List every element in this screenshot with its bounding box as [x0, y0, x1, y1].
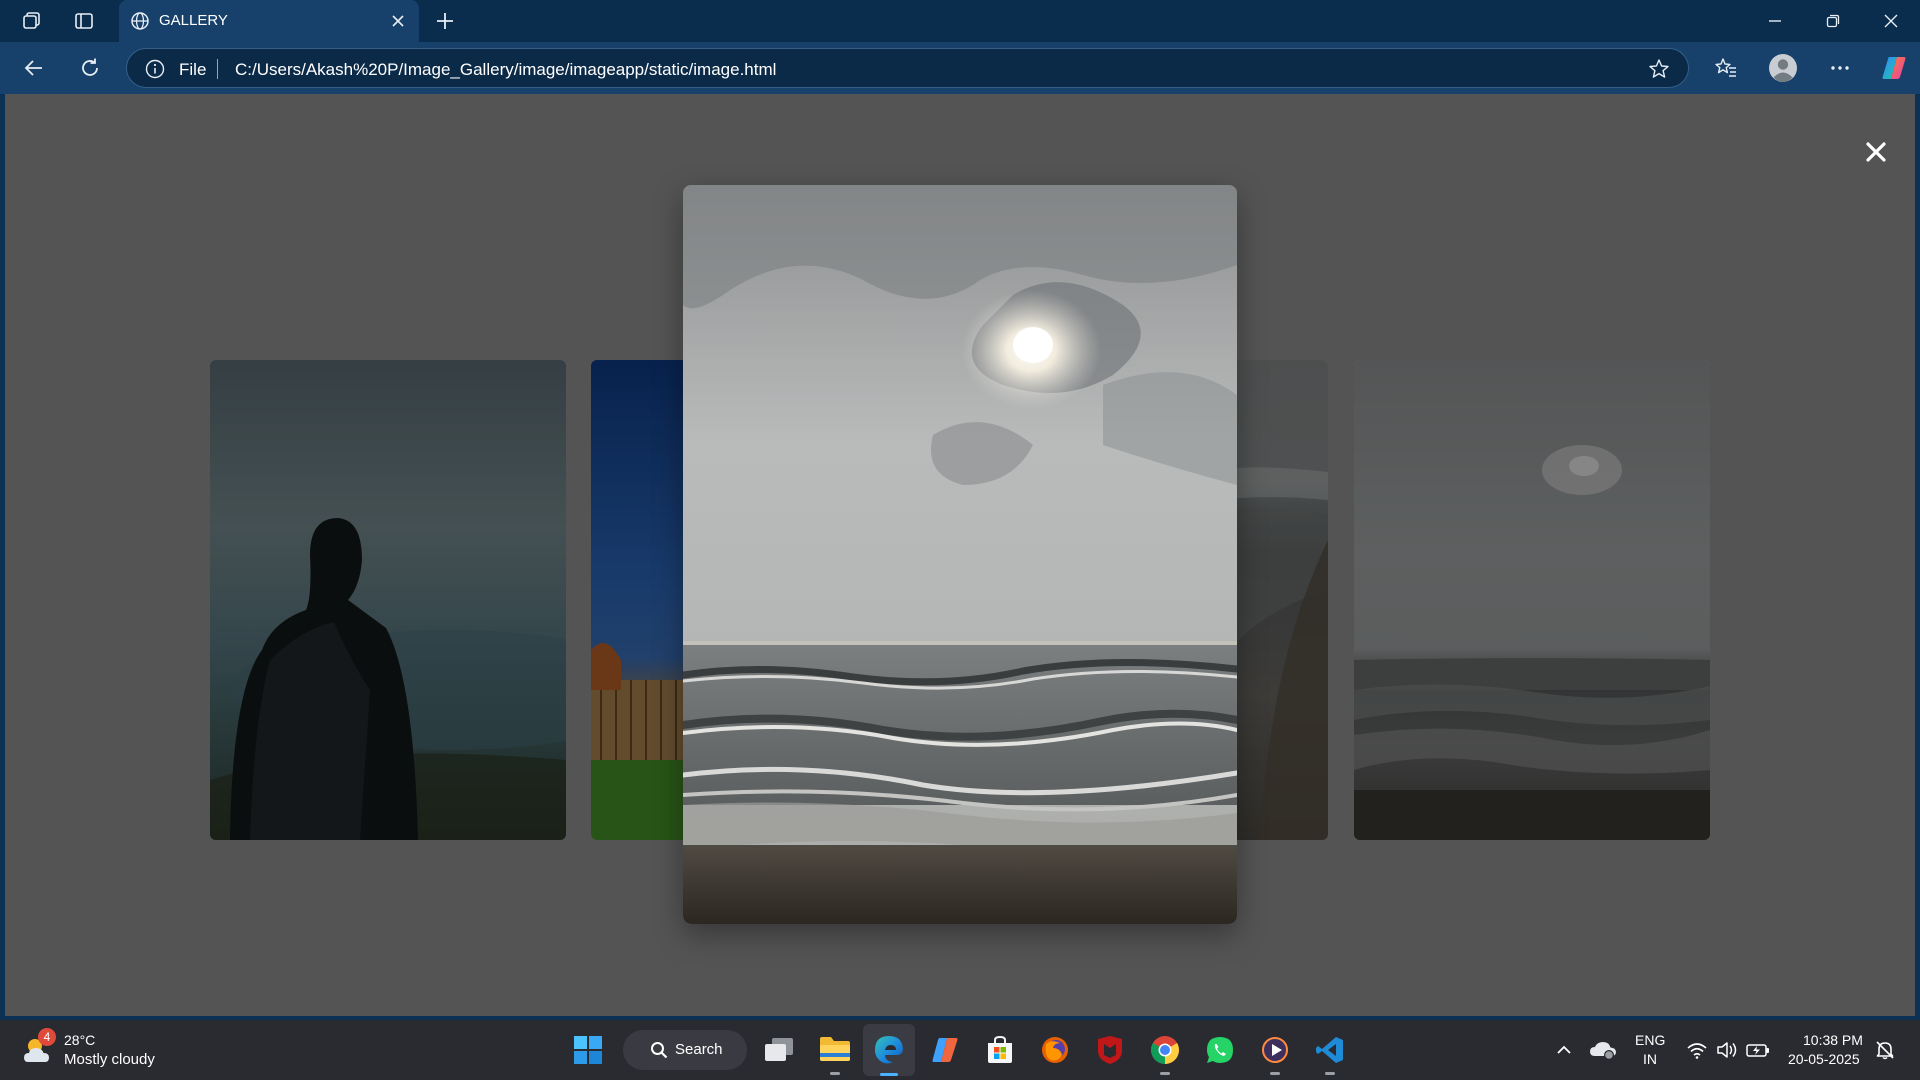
- person-silhouette-photo[interactable]: [210, 360, 566, 840]
- clock-date[interactable]: 20-05-2025: [1788, 1051, 1860, 1067]
- restore-icon[interactable]: [1818, 8, 1848, 34]
- media-player-running-indicator: [1270, 1072, 1280, 1075]
- file-explorer-icon[interactable]: [818, 1033, 852, 1065]
- close-window-icon[interactable]: [1876, 8, 1906, 34]
- address-bar[interactable]: File C:/Users/Akash%20P/Image_Gallery/im…: [126, 48, 1689, 88]
- store-icon[interactable]: [983, 1033, 1017, 1067]
- copilot-app-icon[interactable]: [928, 1034, 962, 1066]
- new-tab-icon[interactable]: [432, 8, 458, 34]
- minimize-icon[interactable]: [1760, 8, 1790, 34]
- address-separator: [217, 59, 218, 79]
- browser-toolbar: File C:/Users/Akash%20P/Image_Gallery/im…: [0, 42, 1920, 94]
- photo-dim-overlay: [210, 360, 566, 840]
- search-label: Search: [675, 1041, 723, 1058]
- address-url[interactable]: C:/Users/Akash%20P/Image_Gallery/image/i…: [235, 60, 776, 80]
- onedrive-icon[interactable]: [1588, 1036, 1618, 1064]
- weather-temperature[interactable]: 28°C: [64, 1032, 95, 1048]
- close-tab-icon[interactable]: [388, 11, 408, 31]
- battery-icon[interactable]: [1744, 1038, 1772, 1062]
- tab-bar: GALLERY: [0, 0, 1920, 42]
- clock-time[interactable]: 10:38 PM: [1803, 1032, 1863, 1048]
- workspaces-icon[interactable]: [18, 8, 46, 34]
- refresh-icon[interactable]: [76, 54, 104, 82]
- star-icon[interactable]: [1647, 58, 1671, 80]
- beach-sunlight-clouds-photo[interactable]: [683, 185, 1237, 924]
- close-icon[interactable]: [1858, 134, 1894, 170]
- whatsapp-icon[interactable]: [1203, 1033, 1237, 1067]
- weather-condition[interactable]: Mostly cloudy: [64, 1051, 155, 1068]
- tab-gallery[interactable]: GALLERY: [119, 0, 419, 42]
- photo-dim-overlay: [1354, 360, 1710, 840]
- chrome-icon[interactable]: [1148, 1033, 1182, 1067]
- dark-ocean-photo[interactable]: [1354, 360, 1710, 840]
- start-icon[interactable]: [572, 1034, 604, 1066]
- mcafee-icon[interactable]: [1093, 1033, 1127, 1067]
- edge-icon[interactable]: [872, 1033, 906, 1067]
- edge-running-indicator: [880, 1073, 898, 1076]
- region-indicator[interactable]: IN: [1643, 1051, 1657, 1067]
- task-view-icon[interactable]: [762, 1034, 796, 1066]
- favorites-icon[interactable]: [1712, 54, 1740, 82]
- volume-icon[interactable]: [1714, 1038, 1740, 1062]
- taskbar-search[interactable]: Search: [623, 1030, 747, 1070]
- weather-badge-count: 4: [43, 1030, 51, 1044]
- address-scheme-label: File: [179, 60, 207, 79]
- tab-actions-icon[interactable]: [70, 8, 98, 34]
- media-player-icon[interactable]: [1258, 1033, 1292, 1067]
- chevron-up-icon[interactable]: [1552, 1038, 1576, 1062]
- globe-icon: [129, 10, 151, 32]
- language-indicator[interactable]: ENG: [1635, 1032, 1665, 1048]
- wifi-icon[interactable]: [1684, 1038, 1710, 1062]
- back-icon[interactable]: [20, 54, 48, 82]
- firefox-icon[interactable]: [1038, 1033, 1072, 1067]
- more-icon[interactable]: [1826, 54, 1854, 82]
- tab-title: GALLERY: [159, 12, 228, 29]
- taskbar: 4 28°C Mostly cloudy Search ENG IN 10:38…: [0, 1020, 1920, 1080]
- info-icon[interactable]: [145, 59, 165, 79]
- vscode-icon[interactable]: [1313, 1033, 1347, 1067]
- profile-icon[interactable]: [1768, 53, 1798, 83]
- file-explorer-running-indicator: [830, 1072, 840, 1075]
- copilot-icon[interactable]: [1878, 52, 1910, 84]
- vscode-running-indicator: [1325, 1072, 1335, 1075]
- notification-bell-icon[interactable]: [1872, 1038, 1898, 1062]
- weather-badge: 4: [38, 1028, 56, 1046]
- chrome-running-indicator: [1160, 1072, 1170, 1075]
- search-icon: [649, 1040, 669, 1060]
